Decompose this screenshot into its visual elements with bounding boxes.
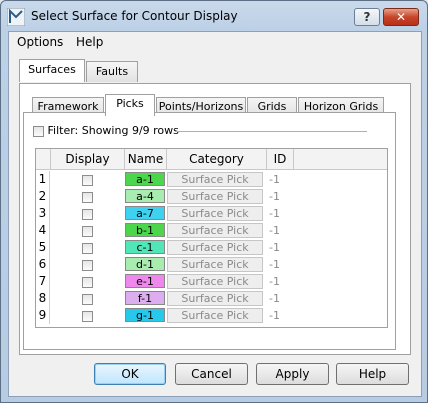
display-checkbox[interactable]: [81, 191, 93, 203]
name-cell[interactable]: c-1: [125, 240, 165, 254]
dialog-client: Options Help Surfaces Faults Framework P…: [8, 31, 422, 397]
row-number: 8: [36, 290, 50, 307]
display-cell: [50, 290, 124, 307]
row-number: 3: [36, 205, 50, 222]
display-cell: [50, 307, 124, 324]
name-cell[interactable]: a-4: [125, 189, 165, 203]
display-cell: [50, 205, 124, 222]
display-cell: [50, 256, 124, 273]
app-icon: [7, 8, 25, 26]
id-cell: -1: [269, 224, 280, 237]
display-checkbox[interactable]: [81, 293, 93, 305]
window-title: Select Surface for Contour Display: [31, 9, 238, 23]
category-cell: Surface Pick: [167, 257, 263, 272]
picks-panel: Filter: Showing 9/9 rows Display Name Ca…: [23, 112, 396, 350]
help-button[interactable]: Help: [336, 363, 409, 385]
display-cell: [50, 222, 124, 239]
filter-label: Filter: Showing 9/9 rows: [47, 124, 179, 137]
row-number: 7: [36, 273, 50, 290]
category-cell: Surface Pick: [167, 189, 263, 204]
row-number: 4: [36, 222, 50, 239]
row-number: 1: [36, 171, 50, 188]
name-cell[interactable]: e-1: [125, 274, 165, 288]
display-cell: [50, 171, 124, 188]
header-rownum: [36, 149, 51, 169]
category-cell: Surface Pick: [167, 172, 263, 187]
header-id[interactable]: ID: [267, 149, 294, 169]
display-cell: [50, 188, 124, 205]
display-checkbox[interactable]: [81, 259, 93, 271]
menu-help[interactable]: Help: [76, 35, 103, 49]
category-cell: Surface Pick: [167, 206, 263, 221]
close-button[interactable]: ✕: [383, 8, 419, 26]
category-cell: Surface Pick: [167, 274, 263, 289]
table-row[interactable]: 8 f-1 Surface Pick -1: [36, 290, 387, 307]
header-display[interactable]: Display: [51, 149, 125, 169]
name-cell[interactable]: f-1: [125, 291, 165, 305]
cancel-button[interactable]: Cancel: [175, 363, 248, 385]
menu-options[interactable]: Options: [17, 35, 63, 49]
title-bar[interactable]: Select Surface for Contour Display ? ✕: [1, 1, 427, 31]
id-cell: -1: [269, 258, 280, 271]
display-cell: [50, 273, 124, 290]
table-header: Display Name Category ID: [36, 149, 387, 170]
table-row[interactable]: 5 c-1 Surface Pick -1: [36, 239, 387, 256]
display-checkbox[interactable]: [81, 242, 93, 254]
display-checkbox[interactable]: [81, 276, 93, 288]
tab-surfaces[interactable]: Surfaces: [19, 59, 85, 82]
tab-faults[interactable]: Faults: [86, 61, 138, 82]
display-cell: [50, 239, 124, 256]
name-cell[interactable]: a-1: [125, 172, 165, 186]
help-title-button[interactable]: ?: [354, 8, 380, 26]
id-cell: -1: [269, 275, 280, 288]
filter-row: Filter: Showing 9/9 rows: [33, 124, 179, 137]
table-row[interactable]: 9 g-1 Surface Pick -1: [36, 307, 387, 324]
apply-button[interactable]: Apply: [256, 363, 329, 385]
row-number: 6: [36, 256, 50, 273]
name-cell[interactable]: b-1: [125, 223, 165, 237]
id-cell: -1: [269, 190, 280, 203]
table-row[interactable]: 2 a-4 Surface Pick -1: [36, 188, 387, 205]
display-checkbox[interactable]: [81, 310, 93, 322]
display-checkbox[interactable]: [81, 208, 93, 220]
tab-picks[interactable]: Picks: [105, 94, 155, 116]
header-category[interactable]: Category: [167, 149, 267, 169]
dialog-window: Select Surface for Contour Display ? ✕ O…: [0, 0, 428, 403]
table-row[interactable]: 7 e-1 Surface Pick -1: [36, 273, 387, 290]
filter-checkbox[interactable]: [33, 125, 44, 137]
row-number: 2: [36, 188, 50, 205]
category-cell: Surface Pick: [167, 308, 263, 323]
row-number: 5: [36, 239, 50, 256]
name-cell[interactable]: a-7: [125, 206, 165, 220]
table-row[interactable]: 4 b-1 Surface Pick -1: [36, 222, 387, 239]
table-row[interactable]: 1 a-1 Surface Pick -1: [36, 171, 387, 188]
name-cell[interactable]: d-1: [125, 257, 165, 271]
id-cell: -1: [269, 292, 280, 305]
menu-bar: Options Help: [9, 32, 421, 52]
row-number: 9: [36, 307, 50, 324]
name-cell[interactable]: g-1: [125, 308, 165, 322]
category-cell: Surface Pick: [167, 291, 263, 306]
display-checkbox[interactable]: [81, 174, 93, 186]
table-row[interactable]: 3 a-7 Surface Pick -1: [36, 205, 387, 222]
ok-button[interactable]: OK: [94, 363, 166, 385]
category-cell: Surface Pick: [167, 240, 263, 255]
display-checkbox[interactable]: [81, 225, 93, 237]
id-cell: -1: [269, 207, 280, 220]
id-cell: -1: [269, 173, 280, 186]
id-cell: -1: [269, 241, 280, 254]
id-cell: -1: [269, 309, 280, 322]
picks-table: Display Name Category ID 1 a-1 Surface Pic…: [35, 148, 388, 328]
filter-divider: [175, 131, 367, 132]
table-row[interactable]: 6 d-1 Surface Pick -1: [36, 256, 387, 273]
header-name[interactable]: Name: [125, 149, 167, 169]
category-cell: Surface Pick: [167, 223, 263, 238]
